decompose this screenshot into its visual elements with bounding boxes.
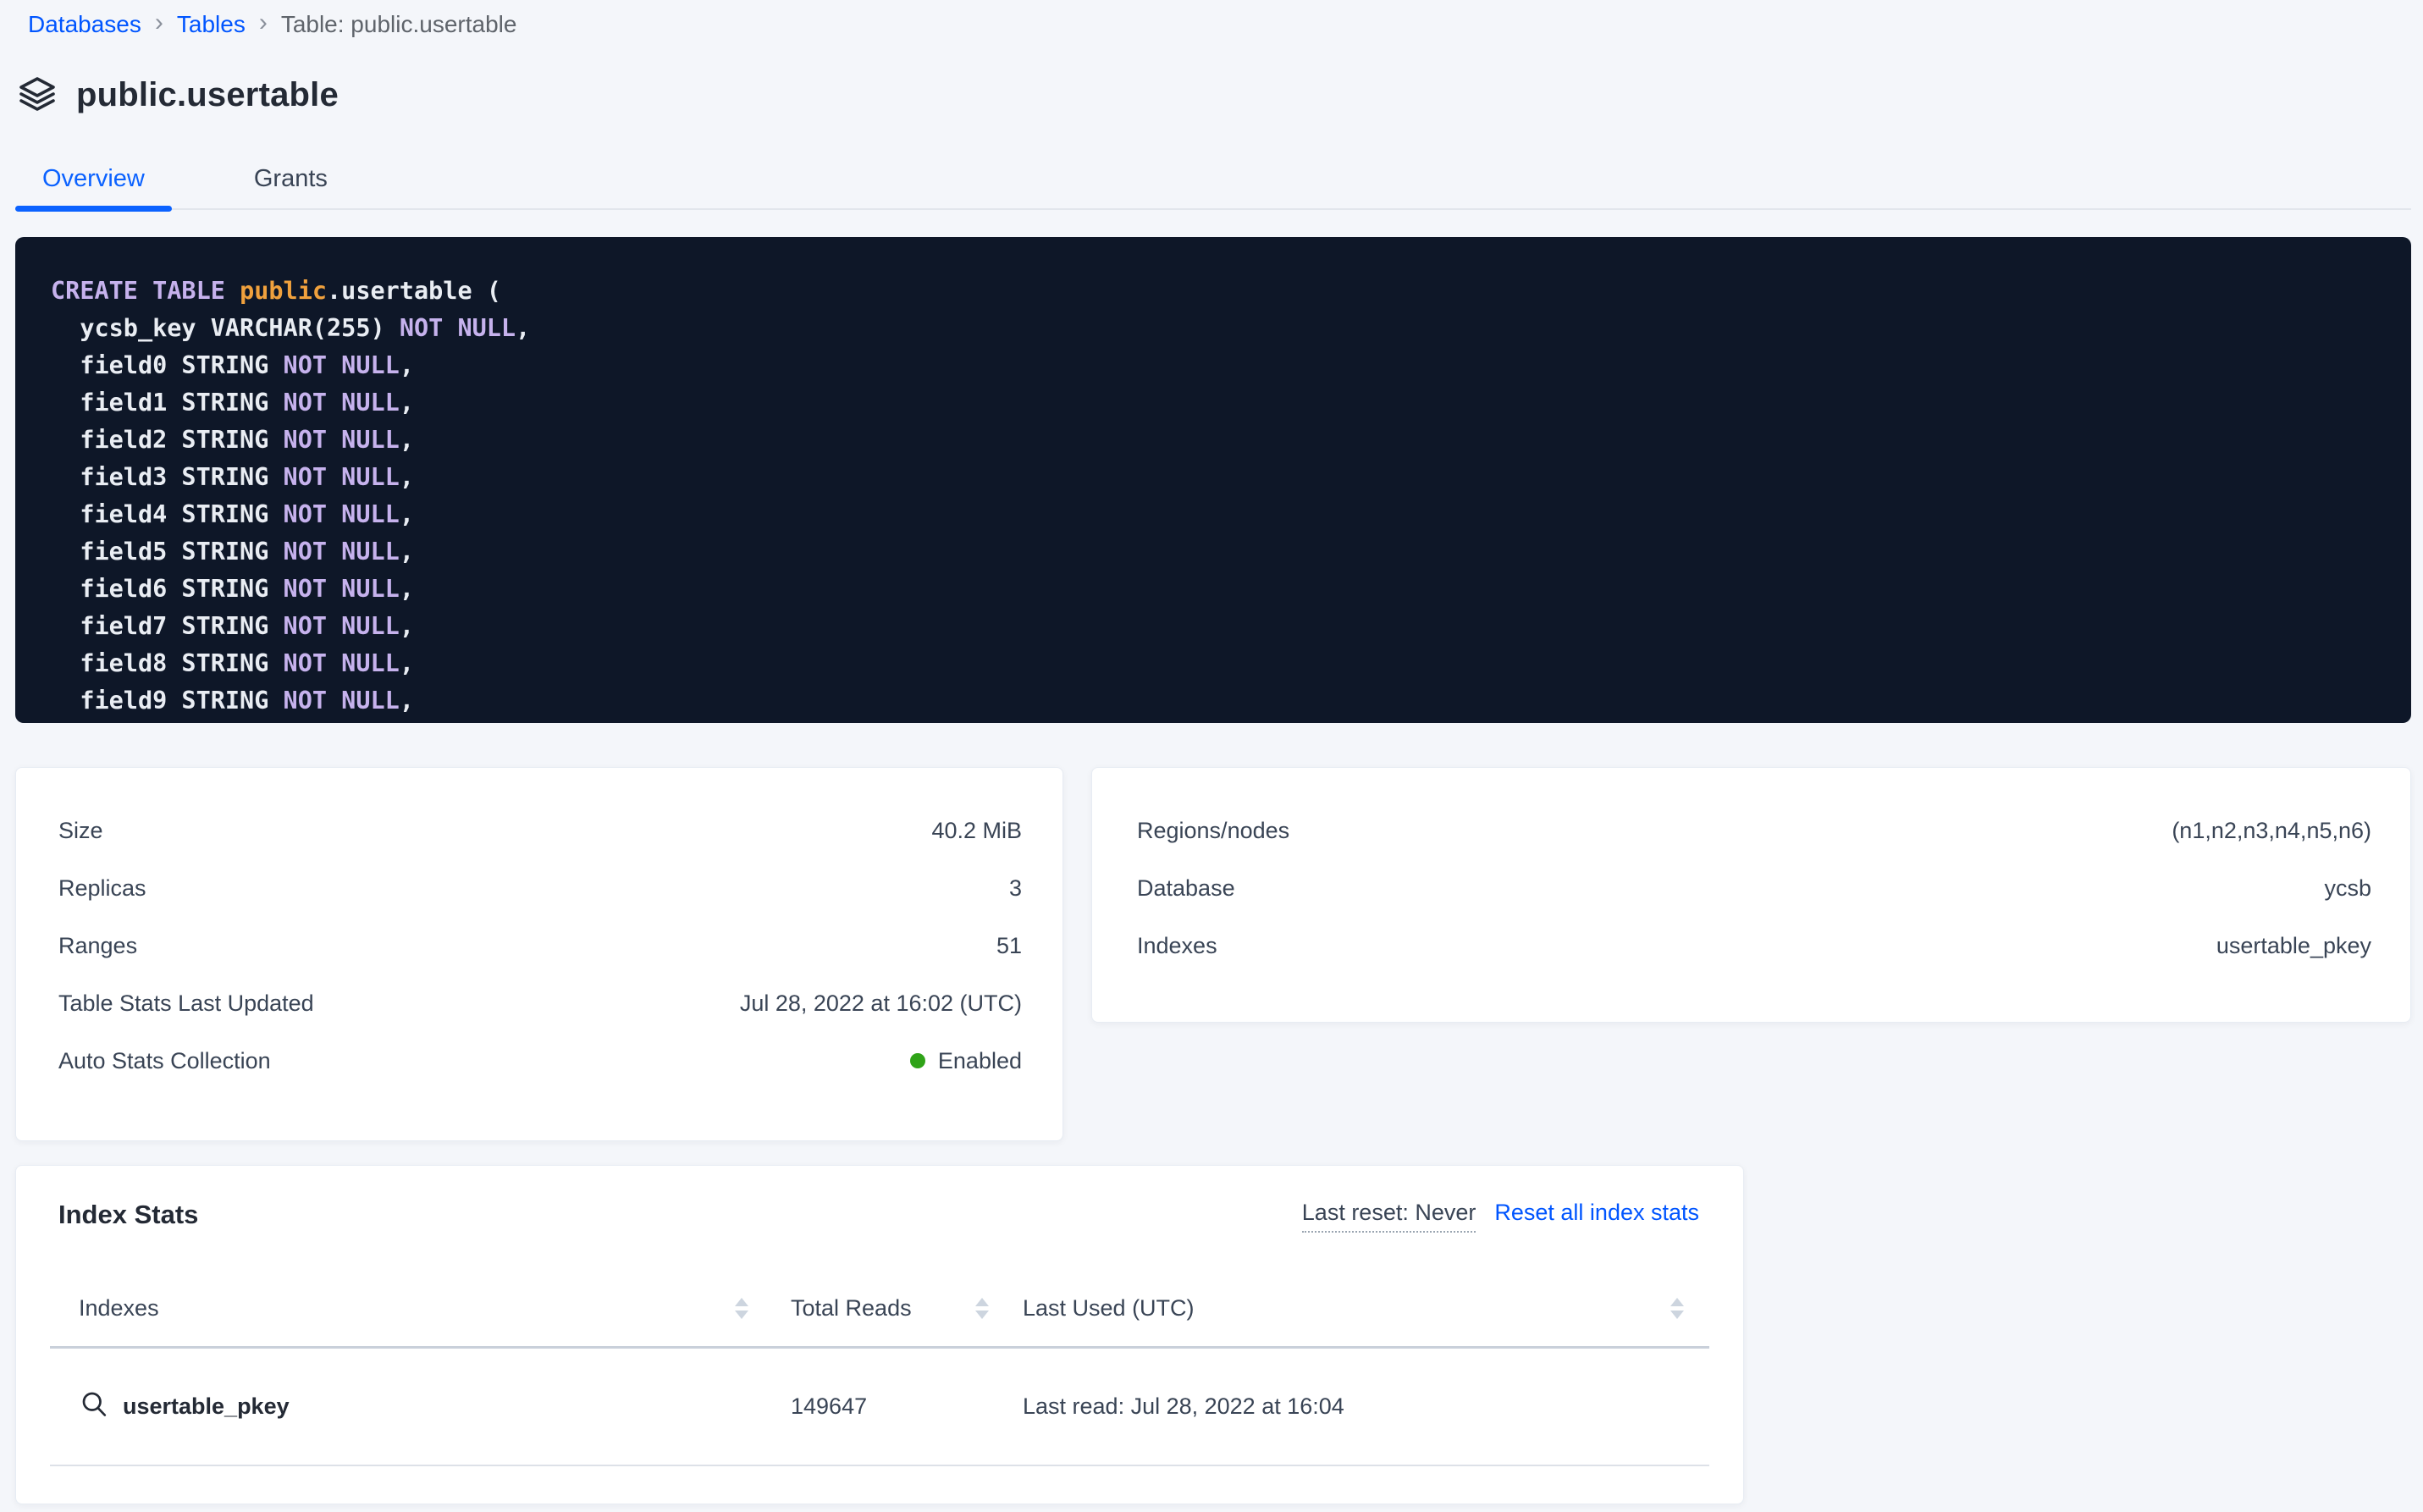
sort-icon[interactable] (975, 1298, 989, 1319)
stat-row: Size 40.2 MiB (58, 802, 1022, 859)
database-stack-icon (17, 74, 58, 115)
column-header-label: Last Used (UTC) (1023, 1295, 1195, 1322)
sql-line: field7 STRING NOT NULL, (51, 608, 2411, 645)
tab-bar: Overview Grants (15, 149, 2411, 210)
page-title: public.usertable (76, 76, 339, 114)
stat-row: Regions/nodes (n1,n2,n3,n4,n5,n6) (1137, 802, 2371, 859)
sort-icon[interactable] (735, 1298, 748, 1319)
breadcrumb-separator-icon: › (155, 10, 163, 36)
column-header-label: Total Reads (791, 1295, 912, 1322)
stat-value: 3 (1009, 875, 1022, 902)
sort-down-arrow-icon (975, 1311, 989, 1319)
stat-value: 40.2 MiB (931, 818, 1022, 844)
search-icon (79, 1388, 109, 1425)
sql-line: field5 STRING NOT NULL, (51, 533, 2411, 571)
sort-down-arrow-icon (1670, 1311, 1684, 1319)
table-meta-card: Regions/nodes (n1,n2,n3,n4,n5,n6) Database… (1091, 767, 2411, 1023)
page-header: public.usertable (15, 74, 2411, 115)
breadcrumb: Databases › Tables › Table: public.usertable (15, 0, 2411, 39)
index-table-body: usertable_pkey 149647Last read: Jul 28, 2… (50, 1349, 1709, 1466)
stat-value: 51 (996, 933, 1022, 959)
column-header-total-reads[interactable]: Total Reads (791, 1295, 1023, 1322)
stat-row: Table Stats Last Updated Jul 28, 2022 at … (58, 974, 1022, 1032)
table-row-divider (50, 1465, 1709, 1466)
stat-row: Indexes usertable_pkey (1137, 917, 2371, 974)
stat-label: Table Stats Last Updated (58, 991, 314, 1017)
page-content: Databases › Tables › Table: public.usertable… (15, 0, 2411, 1504)
tab-overview[interactable]: Overview (15, 149, 172, 208)
last-reset-label: Last reset: Never (1302, 1200, 1476, 1233)
sql-line: field1 STRING NOT NULL, (51, 384, 2411, 422)
stat-value: usertable_pkey (2216, 933, 2371, 959)
stat-label: Size (58, 818, 103, 844)
stat-row: Ranges 51 (58, 917, 1022, 974)
sql-line: CREATE TABLE public.usertable ( (51, 273, 2411, 310)
stat-label: Auto Stats Collection (58, 1048, 271, 1074)
breadcrumb-item-tables[interactable]: Tables (177, 11, 246, 38)
stat-row: Replicas 3 (58, 859, 1022, 917)
stat-row: Auto Stats Collection Enabled (58, 1032, 1022, 1090)
column-header-label: Indexes (79, 1295, 159, 1322)
index-name: usertable_pkey (123, 1393, 290, 1420)
stat-label: Replicas (58, 875, 146, 902)
table-stats-card: Size 40.2 MiB Replicas 3 Ranges 51 Table Stats… (15, 767, 1063, 1141)
table-row: usertable_pkey 149647Last read: Jul 28, 2… (50, 1349, 1709, 1465)
stat-label: Regions/nodes (1137, 818, 1289, 844)
reset-cluster: Last reset: Never Reset all index stats (1302, 1200, 1699, 1233)
sql-line: field9 STRING NOT NULL, (51, 682, 2411, 720)
column-header-last-used-utc-[interactable]: Last Used (UTC) (1023, 1295, 1709, 1322)
index-stats-card: Index Stats Last reset: Never Reset all … (15, 1165, 1744, 1504)
stat-value: Jul 28, 2022 at 16:02 (UTC) (740, 991, 1022, 1017)
stat-value: ycsb (2324, 875, 2371, 902)
sql-line: field8 STRING NOT NULL, (51, 645, 2411, 682)
stat-label: Indexes (1137, 933, 1217, 959)
index-stats-header: Index Stats Last reset: Never Reset all … (50, 1166, 1709, 1233)
create-table-statement: CREATE TABLE public.usertable ( ycsb_key… (15, 237, 2411, 723)
tab-grants[interactable]: Grants (227, 149, 355, 208)
breadcrumb-item-table-public-usertable: Table: public.usertable (281, 11, 517, 38)
stat-value: (n1,n2,n3,n4,n5,n6) (2172, 818, 2371, 844)
stat-value: Enabled (910, 1048, 1022, 1074)
reset-all-index-stats-link[interactable]: Reset all index stats (1494, 1200, 1699, 1226)
index-stats-title: Index Stats (58, 1200, 198, 1230)
sql-line: field0 STRING NOT NULL, (51, 347, 2411, 384)
sql-line: field4 STRING NOT NULL, (51, 496, 2411, 533)
total-reads-cell: 149647 (791, 1393, 1023, 1420)
sql-line: field6 STRING NOT NULL, (51, 571, 2411, 608)
stat-label: Ranges (58, 933, 137, 959)
sort-up-arrow-icon (735, 1298, 748, 1306)
overview-cards-row: Size 40.2 MiB Replicas 3 Ranges 51 Table Stats… (15, 767, 2411, 1141)
stat-label: Database (1137, 875, 1235, 902)
index-name-cell[interactable]: usertable_pkey (50, 1388, 791, 1425)
sql-line: field3 STRING NOT NULL, (51, 459, 2411, 496)
sort-up-arrow-icon (1670, 1298, 1684, 1306)
sort-down-arrow-icon (735, 1311, 748, 1319)
last-used-cell: Last read: Jul 28, 2022 at 16:04 (1023, 1393, 1709, 1420)
index-table-header: Indexes Total Reads Last Used (UTC) (50, 1282, 1709, 1334)
sql-line: field2 STRING NOT NULL, (51, 422, 2411, 459)
breadcrumb-separator-icon: › (259, 10, 268, 36)
sort-up-arrow-icon (975, 1298, 989, 1306)
column-header-indexes[interactable]: Indexes (50, 1295, 791, 1322)
status-dot-icon (910, 1053, 925, 1068)
breadcrumb-item-databases[interactable]: Databases (28, 11, 141, 38)
stat-row: Database ycsb (1137, 859, 2371, 917)
sql-line: ycsb_key VARCHAR(255) NOT NULL, (51, 310, 2411, 347)
sort-icon[interactable] (1670, 1298, 1684, 1319)
